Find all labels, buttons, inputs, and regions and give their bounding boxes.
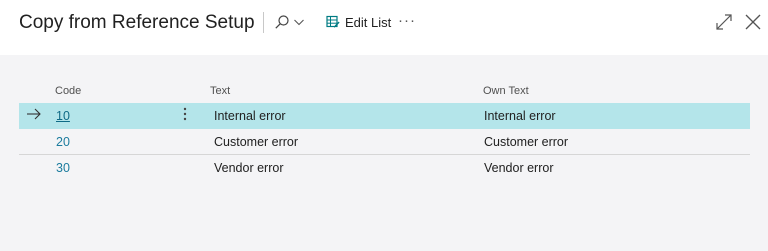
chevron-down-icon: [294, 19, 304, 26]
table-row[interactable]: 30 Vendor error Vendor error: [19, 155, 750, 180]
reference-setup-list: Code Text Own Text 10 Internal error Int…: [19, 81, 750, 180]
header-divider: [263, 12, 264, 33]
close-icon[interactable]: [743, 12, 763, 32]
own-text-cell[interactable]: Customer error: [484, 135, 568, 149]
expand-icon[interactable]: [715, 12, 733, 32]
row-arrow-icon: [27, 108, 41, 120]
column-header-row: Code Text Own Text: [19, 81, 750, 103]
text-cell[interactable]: Customer error: [214, 135, 298, 149]
row-menu-icon[interactable]: [181, 105, 189, 123]
edit-list-icon: [326, 15, 340, 28]
column-header-code[interactable]: Code: [55, 85, 81, 97]
own-text-cell[interactable]: Internal error: [484, 109, 556, 123]
page-header: Copy from Reference Setup Edit List ···: [0, 0, 768, 55]
text-cell[interactable]: Internal error: [214, 109, 286, 123]
search-icon: [275, 15, 289, 29]
table-row[interactable]: 20 Customer error Customer error: [19, 129, 750, 155]
code-cell[interactable]: 20: [56, 135, 70, 149]
code-cell[interactable]: 30: [56, 161, 70, 175]
column-header-text[interactable]: Text: [210, 85, 230, 97]
code-cell[interactable]: 10: [56, 109, 70, 123]
text-cell[interactable]: Vendor error: [214, 161, 283, 175]
own-text-cell[interactable]: Vendor error: [484, 161, 553, 175]
edit-list-button[interactable]: Edit List: [326, 11, 391, 33]
edit-list-label: Edit List: [345, 14, 392, 30]
search-button[interactable]: [274, 11, 310, 33]
table-row[interactable]: 10 Internal error Internal error: [19, 103, 750, 129]
page-title: Copy from Reference Setup: [19, 12, 255, 33]
column-header-own-text[interactable]: Own Text: [483, 85, 529, 97]
more-icon[interactable]: ···: [398, 11, 418, 33]
